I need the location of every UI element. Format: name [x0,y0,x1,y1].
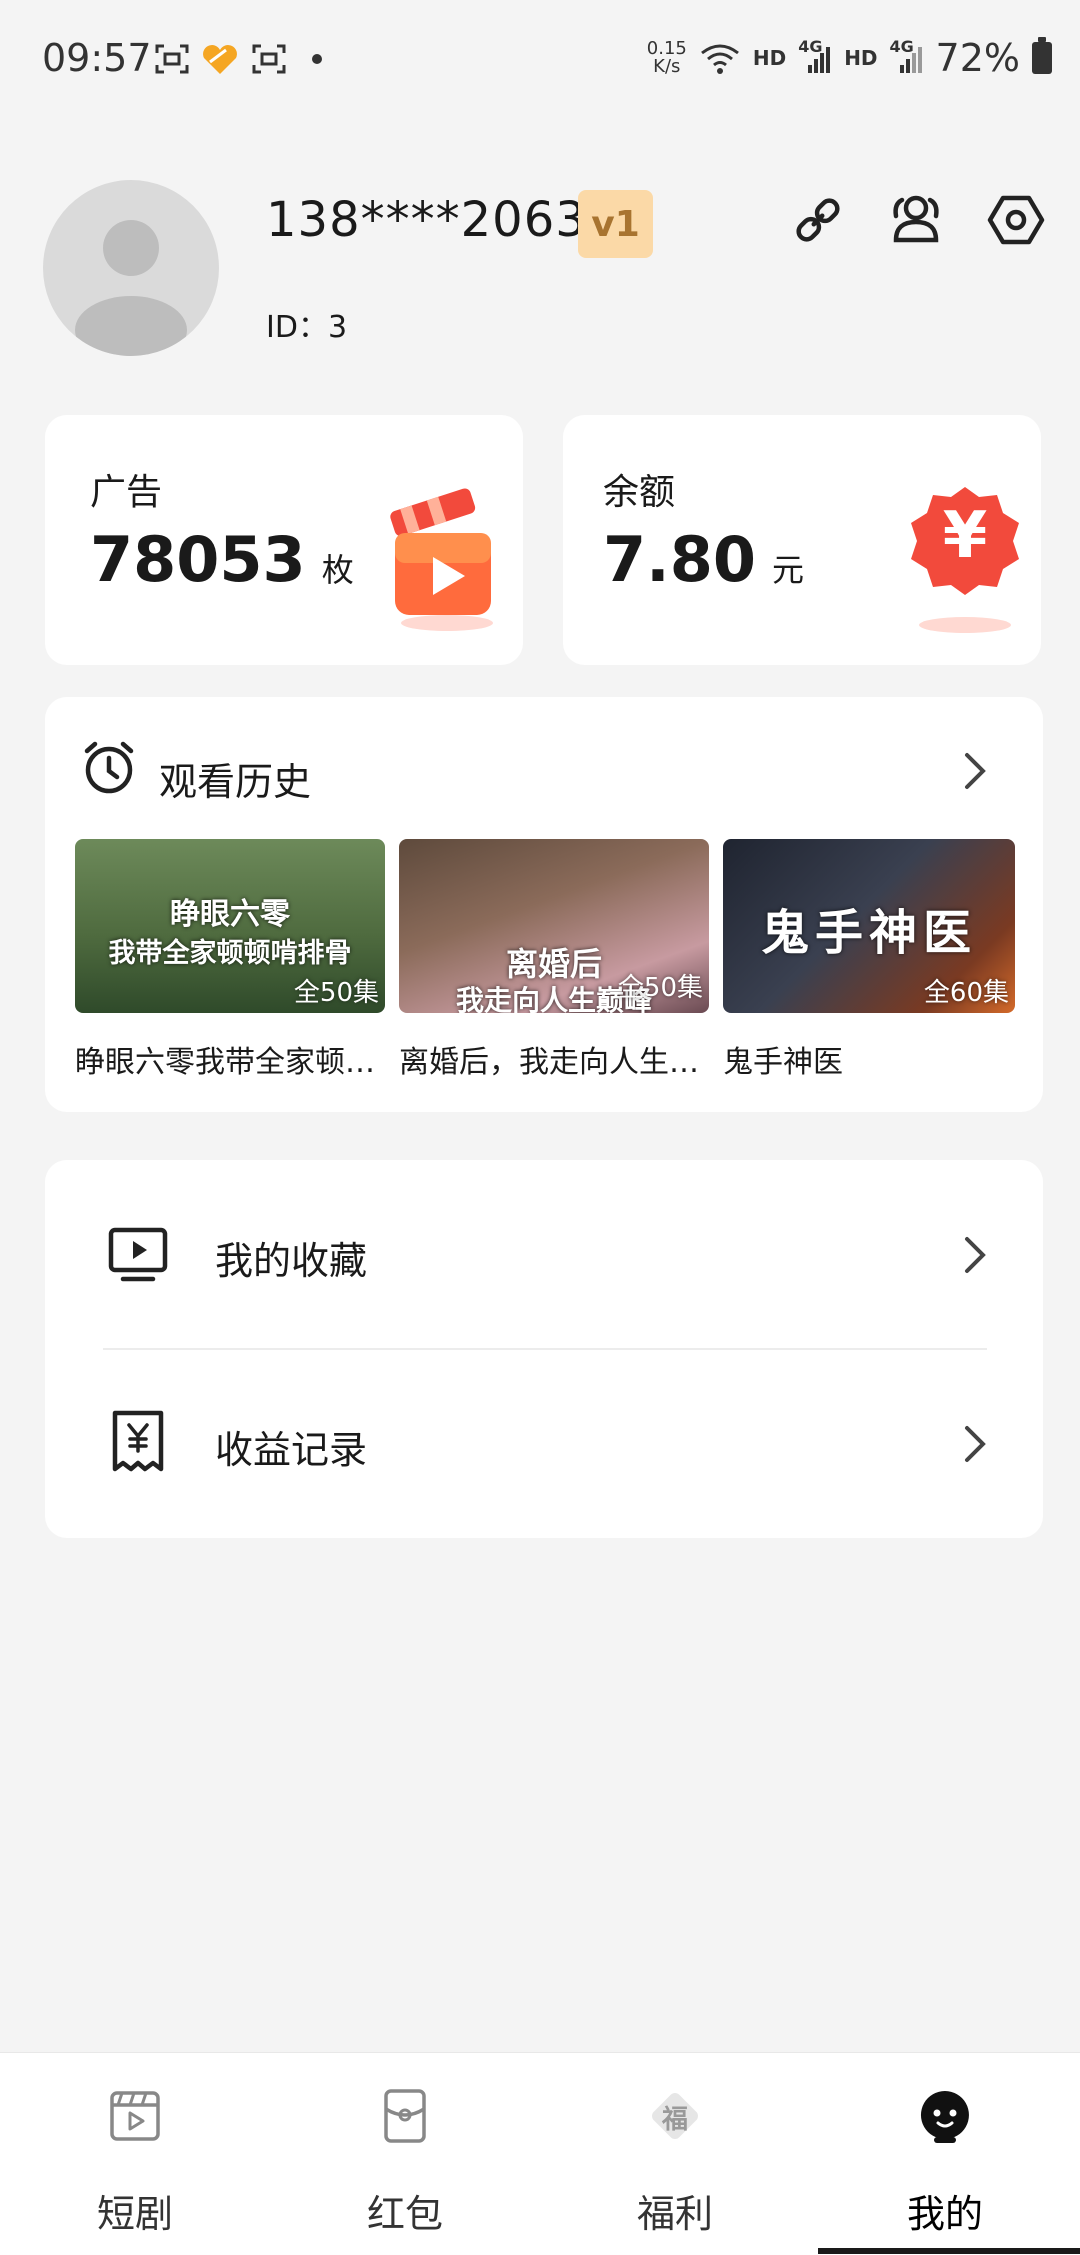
menu-item-earnings[interactable]: 收益记录 [45,1349,1043,1538]
battery-percent: 72% [935,36,1020,80]
episode-count: 全50集 [293,978,379,1008]
status-time: 09:57 [42,36,152,80]
balance-unit: 元 [771,551,804,589]
tab-welfare[interactable]: 福 福利 [540,2053,810,2255]
episode-count: 全50集 [617,973,703,1003]
yuan-coin-icon: ¥ [903,485,1027,635]
menu-label-earnings: 收益记录 [215,1428,368,1472]
ads-value: 78053 枚 [90,523,354,596]
menu-card: 我的收藏 收益记录 [45,1160,1043,1538]
vip-level-badge: v1 [578,190,653,258]
user-id: ID：3 [266,310,348,345]
history-item-thumbnail[interactable]: 睁眼六零 我带全家顿顿啃排骨 全50集 [75,839,385,1013]
alarm-clock-icon [84,741,134,794]
ads-card[interactable]: 广告 78053 枚 [45,415,523,665]
hd-badge-1: HD [752,46,787,70]
bottom-tab-bar: 短剧 红包 福 福利 我的 [0,2052,1080,2255]
link-icon[interactable] [788,190,848,250]
hd-badge-2: HD [844,46,878,70]
history-more-chevron-icon[interactable] [963,751,987,791]
screenshot-icon [155,44,189,74]
balance-card[interactable]: 余额 7.80 元 ¥ [563,415,1041,665]
tab-label: 红包 [366,2192,443,2236]
tab-red-packet[interactable]: 红包 [270,2053,540,2255]
ads-unit: 枚 [321,551,354,589]
net-speed: 0.15 K/s [646,38,687,77]
clapperboard-icon [110,2091,160,2141]
history-title: 观看历史 [159,760,312,804]
history-item-caption[interactable]: 离婚后，我走向人生… [399,1037,709,1081]
contacts-icon[interactable] [886,190,946,250]
signal-icon-2: 4G [890,37,924,75]
settings-icon[interactable] [986,190,1046,250]
user-phone: 138****2063 [266,192,587,248]
video-clapper-icon [390,488,493,631]
history-item-thumbnail[interactable]: 离婚后 我走向人生巅峰 全50集 [399,839,709,1013]
menu-item-favorites[interactable]: 我的收藏 [45,1160,1043,1349]
tab-label: 福利 [636,2192,713,2236]
red-packet-icon [384,2089,426,2143]
menu-label-favorites: 我的收藏 [215,1239,368,1283]
balance-amount: 7.80 [603,523,756,596]
tab-label: 短剧 [96,2192,173,2236]
default-avatar-icon [75,220,187,356]
ads-count: 78053 [90,523,306,596]
profile-face-icon [920,2091,969,2143]
balance-label: 余额 [603,472,676,513]
avatar[interactable] [43,180,219,356]
battery-icon [1032,37,1052,74]
wifi-icon [700,44,739,74]
ads-label: 广告 [90,472,163,513]
notification-dot [312,54,322,64]
tab-mine[interactable]: 我的 [810,2053,1080,2255]
status-bar: 09:57 0.15 K/s HD 4G HD 4G 72% [0,0,1080,120]
history-item-caption[interactable]: 睁眼六零我带全家顿… [75,1037,385,1081]
watch-history-section: 观看历史 睁眼六零 我带全家顿顿啃排骨 全50集 睁眼六零我带全家顿… 离婚后 … [45,697,1043,1112]
chevron-right-icon [965,1426,986,1462]
balance-value: 7.80 元 [603,523,804,596]
tab-label: 我的 [906,2192,983,2236]
tv-icon [108,1227,168,1282]
tab-shorts[interactable]: 短剧 [0,2053,270,2255]
signal-icon-1: 4G [798,37,832,75]
heart-app-icon [203,45,237,74]
status-right: 0.15 K/s HD 4G HD 4G 72% [647,36,1052,80]
chevron-right-icon [965,1237,986,1273]
home-indicator [818,2248,1080,2254]
fu-diamond-icon: 福 [644,2085,706,2147]
history-item-caption[interactable]: 鬼手神医 [723,1037,1015,1081]
history-item-thumbnail[interactable]: 鬼手神医 全60集 [723,839,1015,1013]
yuan-receipt-icon [112,1410,164,1472]
episode-count: 全60集 [923,978,1009,1008]
screen-record-icon [252,44,286,74]
